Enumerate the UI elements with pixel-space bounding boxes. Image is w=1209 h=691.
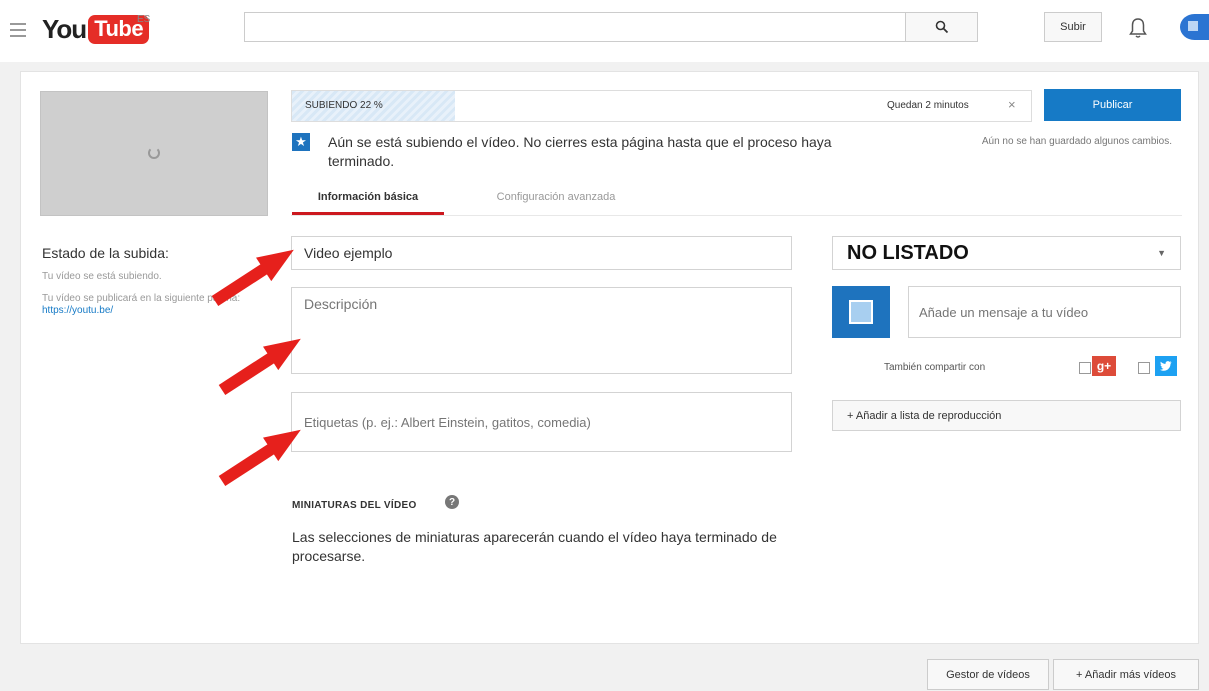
help-icon[interactable]: ? [445, 495, 459, 509]
video-link[interactable]: https://youtu.be/ [42, 305, 113, 316]
tab-basic-info[interactable]: Información básica [292, 184, 444, 215]
thumbnails-note: Las selecciones de miniaturas aparecerán… [292, 529, 777, 564]
add-to-playlist-button[interactable]: + Añadir a lista de reproducción [832, 400, 1181, 431]
upload-warning: Aún se está subiendo el vídeo. No cierre… [328, 134, 832, 169]
tab-advanced-settings[interactable]: Configuración avanzada [480, 184, 632, 210]
search-button[interactable] [906, 12, 978, 42]
menu-icon[interactable] [10, 23, 26, 37]
privacy-select[interactable]: NO LISTADO ▼ [832, 236, 1181, 270]
video-manager-button[interactable]: Gestor de vídeos [927, 659, 1049, 690]
tabs-divider [291, 215, 1182, 216]
region-label: ES [137, 14, 151, 25]
thumbnails-heading: MINIATURAS DEL VÍDEO [292, 500, 417, 511]
privacy-value: NO LISTADO [847, 241, 969, 264]
publish-button[interactable]: Publicar [1044, 89, 1181, 121]
search-icon [935, 20, 948, 34]
title-input[interactable] [291, 236, 792, 270]
description-input[interactable] [291, 287, 792, 374]
time-remaining: Quedan 2 minutos [887, 100, 969, 111]
caret-down-icon: ▼ [1157, 248, 1166, 258]
upload-button[interactable]: Subir [1044, 12, 1102, 42]
upload-status-text: Tu vídeo se está subiendo. [42, 271, 162, 282]
spinner-icon [148, 147, 160, 159]
share-avatar [832, 286, 890, 338]
logo-you-text: You [42, 13, 87, 44]
avatar[interactable] [1180, 14, 1209, 40]
tags-input[interactable] [291, 392, 792, 452]
share-with-label: También compartir con [884, 362, 986, 373]
cancel-upload-button[interactable]: × [1008, 97, 1016, 112]
twitter-checkbox[interactable] [1138, 362, 1150, 374]
google-plus-icon: g+ [1092, 356, 1116, 376]
upload-status-title: Estado de la subida: [42, 245, 169, 261]
star-icon: ★ [292, 133, 310, 151]
bell-icon[interactable] [1128, 17, 1148, 39]
search-input[interactable] [244, 12, 906, 42]
twitter-icon [1155, 356, 1177, 376]
avatar-image-icon [849, 300, 873, 324]
youtube-logo[interactable]: You Tube [42, 13, 150, 44]
google-plus-checkbox[interactable] [1079, 362, 1091, 374]
upload-progress-label: SUBIENDO 22 % [305, 100, 383, 111]
share-message-input[interactable] [908, 286, 1181, 338]
add-more-videos-button[interactable]: + Añadir más vídeos [1053, 659, 1199, 690]
unsaved-notice: Aún no se han guardado algunos cambios. [981, 136, 1172, 147]
